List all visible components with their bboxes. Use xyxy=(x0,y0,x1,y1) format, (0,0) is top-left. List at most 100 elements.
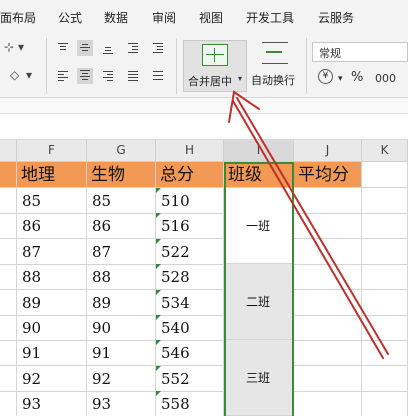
decrease-indent-icon[interactable] xyxy=(125,42,141,54)
table-header-cell[interactable]: 总分 xyxy=(156,162,224,188)
column-header-k[interactable]: K xyxy=(362,140,408,162)
thousands-separator-button[interactable]: 000 xyxy=(375,72,396,85)
align-right-icon[interactable] xyxy=(100,70,116,82)
table-cell[interactable] xyxy=(362,340,408,367)
column-header-f[interactable]: F xyxy=(17,140,87,162)
table-cell[interactable] xyxy=(294,391,362,416)
table-cell[interactable]: 88 xyxy=(87,264,156,291)
chevron-down-icon[interactable]: ▾ xyxy=(238,74,242,83)
table-cell[interactable]: 516 xyxy=(156,213,224,240)
table-cell[interactable]: 87 xyxy=(87,238,156,265)
merged-class-cell[interactable]: 一班 xyxy=(224,188,293,264)
table-header-cell[interactable] xyxy=(0,162,17,188)
table-cell[interactable]: 558 xyxy=(156,391,224,416)
table-cell[interactable]: 86 xyxy=(17,213,87,240)
border-icon[interactable]: ⊹ xyxy=(4,40,14,54)
table-cell[interactable]: 92 xyxy=(17,365,87,392)
table-cell[interactable]: 89 xyxy=(87,289,156,316)
tab-developer-tools[interactable]: 开发工具 xyxy=(246,9,294,26)
row-stub-cell[interactable] xyxy=(0,365,17,392)
row-stub-cell[interactable] xyxy=(0,315,17,341)
tab-view[interactable]: 视图 xyxy=(199,9,223,26)
table-cell[interactable] xyxy=(362,188,408,214)
row-stub-cell[interactable] xyxy=(0,289,17,316)
table-cell[interactable]: 540 xyxy=(156,315,224,341)
dropdown-caret-icon[interactable]: ▾ xyxy=(338,74,343,84)
table-cell[interactable]: 90 xyxy=(87,315,156,341)
table-cell[interactable] xyxy=(362,315,408,341)
table-cell[interactable]: 534 xyxy=(156,289,224,316)
table-cell[interactable] xyxy=(362,264,408,291)
align-center-icon[interactable] xyxy=(77,68,93,84)
table-cell[interactable] xyxy=(362,238,408,265)
table-cell[interactable] xyxy=(294,315,362,341)
dropdown-caret-icon[interactable]: ▾ xyxy=(26,68,32,82)
row-stub-cell[interactable] xyxy=(0,340,17,367)
dropdown-caret-icon[interactable]: ▾ xyxy=(18,40,24,54)
formula-bar[interactable] xyxy=(0,114,408,140)
table-cell[interactable]: 88 xyxy=(17,264,87,291)
justify-icon[interactable] xyxy=(125,70,141,82)
table-header-cell[interactable]: 平均分 xyxy=(294,162,362,188)
table-header-cell[interactable]: 地理 xyxy=(17,162,87,188)
wrap-text-icon[interactable] xyxy=(262,42,288,64)
percent-button[interactable]: % xyxy=(351,70,363,85)
table-header-cell[interactable]: 生物 xyxy=(87,162,156,188)
table-cell[interactable] xyxy=(362,289,408,316)
table-cell[interactable]: 87 xyxy=(17,238,87,265)
auto-wrap-button[interactable]: 自动换行 xyxy=(251,72,295,88)
number-format-select[interactable]: 常规 xyxy=(312,42,408,62)
tab-formulas[interactable]: 公式 xyxy=(58,9,82,26)
row-stub-cell[interactable] xyxy=(0,238,17,265)
row-stub-cell[interactable] xyxy=(0,264,17,291)
table-cell[interactable] xyxy=(294,213,362,240)
table-cell[interactable] xyxy=(294,340,362,367)
align-top-icon[interactable] xyxy=(55,42,71,54)
table-cell[interactable]: 91 xyxy=(87,340,156,367)
table-cell[interactable]: 90 xyxy=(17,315,87,341)
table-cell[interactable] xyxy=(294,365,362,392)
table-cell[interactable]: 552 xyxy=(156,365,224,392)
row-stub-cell[interactable] xyxy=(0,188,17,214)
table-cell[interactable] xyxy=(362,162,408,188)
table-cell[interactable] xyxy=(294,188,362,214)
table-cell[interactable]: 85 xyxy=(17,188,87,214)
table-cell[interactable]: 546 xyxy=(156,340,224,367)
align-middle-icon[interactable] xyxy=(77,40,93,56)
tab-page-layout[interactable]: 面布局 xyxy=(0,9,36,26)
table-cell[interactable]: 93 xyxy=(17,391,87,416)
table-cell[interactable]: 522 xyxy=(156,238,224,265)
table-cell[interactable]: 528 xyxy=(156,264,224,291)
table-cell[interactable]: 85 xyxy=(87,188,156,214)
column-header-j[interactable]: J xyxy=(294,140,362,162)
column-header-h[interactable]: H xyxy=(156,140,224,162)
table-cell[interactable] xyxy=(294,264,362,291)
table-cell[interactable]: 86 xyxy=(87,213,156,240)
column-header-g[interactable]: G xyxy=(87,140,156,162)
table-cell[interactable] xyxy=(294,289,362,316)
table-cell[interactable] xyxy=(362,213,408,240)
table-cell[interactable] xyxy=(362,365,408,392)
table-cell[interactable] xyxy=(294,238,362,265)
table-cell[interactable]: 91 xyxy=(17,340,87,367)
table-cell[interactable]: 93 xyxy=(87,391,156,416)
merged-class-cell[interactable]: 三班 xyxy=(224,340,293,416)
merged-class-cell[interactable]: 二班 xyxy=(224,264,293,340)
merge-center-button[interactable]: 合并居中 ▾ xyxy=(183,40,247,92)
table-cell[interactable]: 510 xyxy=(156,188,224,214)
increase-indent-icon[interactable] xyxy=(150,42,166,54)
row-stub-cell[interactable] xyxy=(0,213,17,240)
table-cell[interactable]: 92 xyxy=(87,365,156,392)
tab-review[interactable]: 审阅 xyxy=(152,9,176,26)
distributed-align-icon[interactable] xyxy=(150,70,166,82)
tab-data[interactable]: 数据 xyxy=(104,9,128,26)
currency-icon[interactable]: ¥ xyxy=(318,69,333,84)
align-bottom-icon[interactable] xyxy=(100,42,116,55)
table-header-cell[interactable]: 班级 xyxy=(224,162,294,188)
eraser-icon[interactable]: ◇ xyxy=(10,68,19,82)
align-left-icon[interactable] xyxy=(55,70,71,82)
row-stub-cell[interactable] xyxy=(0,391,17,416)
corner-header[interactable] xyxy=(0,140,17,162)
table-cell[interactable]: 89 xyxy=(17,289,87,316)
column-header-i[interactable]: I xyxy=(224,140,294,162)
